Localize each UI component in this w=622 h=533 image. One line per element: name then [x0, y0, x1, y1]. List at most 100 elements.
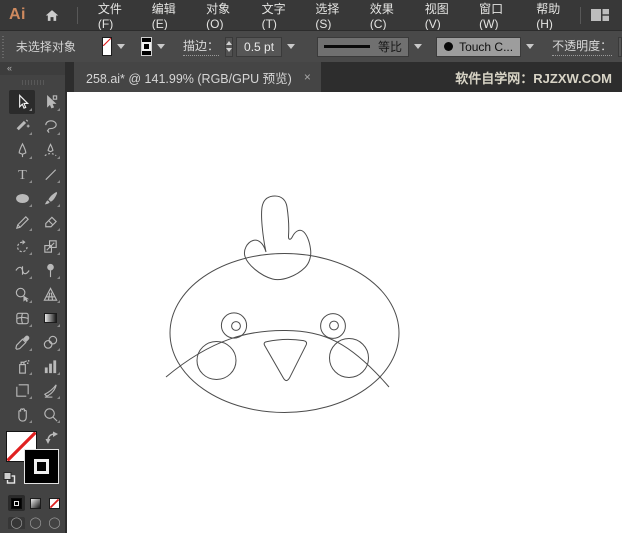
- lasso-icon: [42, 118, 59, 135]
- left-eye-inner[interactable]: [231, 321, 241, 331]
- stroke-weight-stepper[interactable]: [225, 36, 234, 57]
- draw-behind-button[interactable]: ◯: [27, 517, 44, 529]
- arrange-documents-icon[interactable]: [590, 7, 622, 23]
- drawing-mode-buttons: ◯ ◯ ◯: [0, 517, 65, 529]
- chevron-down-icon[interactable]: [526, 44, 535, 49]
- menu-item-4[interactable]: 文字(T): [251, 0, 305, 31]
- left-eye-outer[interactable]: [220, 312, 248, 339]
- symbol-sprayer-tool[interactable]: [9, 354, 35, 378]
- curvature-tool[interactable]: [37, 138, 63, 162]
- column-graph-tool[interactable]: [37, 354, 63, 378]
- zoom-tool[interactable]: [37, 402, 63, 426]
- magic-wand-tool[interactable]: [9, 114, 35, 138]
- left-cheek[interactable]: [196, 341, 237, 380]
- collapse-panel-icon[interactable]: «: [0, 62, 65, 75]
- site-watermark-text: 软件自学网：RJZXW.COM: [455, 70, 612, 86]
- control-bar: 未选择对象 描边： 0.5 pt 等比 Touch C... 不透明度：: [0, 30, 622, 62]
- ellipse-tool[interactable]: [9, 186, 35, 210]
- menu-item-8[interactable]: 窗口(W): [468, 0, 525, 31]
- menu-separator: [77, 6, 78, 24]
- color-button[interactable]: [8, 495, 25, 511]
- beak-triangle[interactable]: [263, 338, 308, 382]
- fill-color-swatch[interactable]: [101, 37, 112, 56]
- appearance-buttons: [0, 495, 65, 511]
- opacity-label[interactable]: 不透明度：: [552, 37, 613, 56]
- perspective-grid-tool[interactable]: [37, 282, 63, 306]
- menu-item-6[interactable]: 效果(C): [359, 0, 414, 31]
- svg-text:T: T: [18, 167, 27, 183]
- shape-builder-icon: [14, 286, 31, 303]
- width-profile-dropdown[interactable]: 等比: [317, 36, 410, 57]
- menu-item-3[interactable]: 对象(O): [195, 0, 250, 31]
- swap-fill-stroke-icon[interactable]: [45, 431, 60, 449]
- gradient-icon: [43, 313, 57, 323]
- ellipse-icon: [14, 190, 31, 207]
- column-graph-icon: [42, 358, 59, 375]
- puppet-warp-tool[interactable]: [37, 258, 63, 282]
- tools-panel-grip[interactable]: [0, 75, 65, 87]
- right-eye-inner[interactable]: [329, 320, 339, 331]
- blend-tool[interactable]: [37, 330, 63, 354]
- eyedropper-icon: [14, 334, 31, 351]
- stroke-weight-value[interactable]: 0.5 pt: [236, 36, 283, 57]
- none-button[interactable]: [46, 495, 63, 511]
- stroke-indicator: [142, 42, 151, 51]
- stroke-preview-line: [324, 45, 371, 48]
- width-tool[interactable]: [9, 258, 35, 282]
- perspective-grid-icon: [42, 286, 59, 303]
- menu-item-2[interactable]: 编辑(E): [141, 0, 195, 31]
- panel-grip[interactable]: [2, 35, 4, 58]
- paintbrush-tool[interactable]: [37, 186, 63, 210]
- direct-selection-tool[interactable]: [37, 90, 63, 114]
- comb-outline[interactable]: [244, 195, 312, 281]
- menu-item-7[interactable]: 视图(V): [414, 0, 468, 31]
- stroke-swatch[interactable]: [24, 449, 59, 484]
- artboard-tool[interactable]: [9, 378, 35, 402]
- slice-tool[interactable]: [37, 378, 63, 402]
- magic-wand-icon: [14, 118, 31, 135]
- menu-item-5[interactable]: 选择(S): [304, 0, 358, 31]
- selection-status: 未选择对象: [15, 40, 76, 54]
- chevron-down-icon[interactable]: [287, 44, 296, 49]
- right-eye-outer[interactable]: [320, 313, 346, 339]
- head-outline[interactable]: [169, 253, 400, 413]
- line-segment-tool[interactable]: [37, 162, 63, 186]
- menu-item-1[interactable]: 文件(F): [87, 0, 141, 31]
- draw-normal-button[interactable]: ◯: [8, 517, 25, 529]
- stroke-weight-label[interactable]: 描边：: [183, 37, 220, 56]
- scale-tool[interactable]: [37, 234, 63, 258]
- mesh-tool[interactable]: [9, 306, 35, 330]
- symbol-sprayer-icon: [14, 358, 31, 375]
- face-curve[interactable]: [165, 329, 390, 388]
- gradient-button[interactable]: [27, 495, 44, 511]
- lasso-tool[interactable]: [37, 114, 63, 138]
- document-tab[interactable]: 258.ai* @ 141.99% (RGB/GPU 预览) ×: [74, 62, 321, 92]
- chevron-down-icon[interactable]: [157, 44, 165, 49]
- eyedropper-tool[interactable]: [9, 330, 35, 354]
- close-tab-icon[interactable]: ×: [304, 70, 311, 84]
- home-icon[interactable]: [36, 8, 68, 23]
- gradient-tool[interactable]: [37, 306, 63, 330]
- hand-tool[interactable]: [9, 402, 35, 426]
- right-cheek[interactable]: [329, 338, 369, 378]
- pen-tool[interactable]: [9, 138, 35, 162]
- stroke-color-swatch[interactable]: [141, 37, 152, 56]
- artboard-icon: [14, 382, 31, 399]
- draw-inside-button[interactable]: ◯: [46, 517, 63, 529]
- shape-builder-tool[interactable]: [9, 282, 35, 306]
- brush-definition-dropdown[interactable]: Touch C...: [436, 36, 522, 57]
- chevron-down-icon[interactable]: [414, 44, 423, 49]
- menu-items: 文件(F) 编辑(E) 对象(O) 文字(T) 选择(S) 效果(C) 视图(V) 窗口(W)…: [87, 0, 580, 31]
- eraser-tool[interactable]: [37, 210, 63, 234]
- opacity-value-field[interactable]: [618, 36, 622, 57]
- rotate-tool[interactable]: [9, 234, 35, 258]
- pencil-icon: [14, 214, 31, 231]
- paintbrush-icon: [42, 190, 59, 207]
- type-tool[interactable]: T: [9, 162, 35, 186]
- pencil-tool[interactable]: [9, 210, 35, 234]
- default-fill-stroke-icon[interactable]: [3, 471, 16, 489]
- artboard-canvas[interactable]: [67, 92, 622, 533]
- menu-item-9[interactable]: 帮助(H): [525, 0, 580, 31]
- selection-tool[interactable]: [9, 90, 35, 114]
- chevron-down-icon[interactable]: [117, 44, 125, 49]
